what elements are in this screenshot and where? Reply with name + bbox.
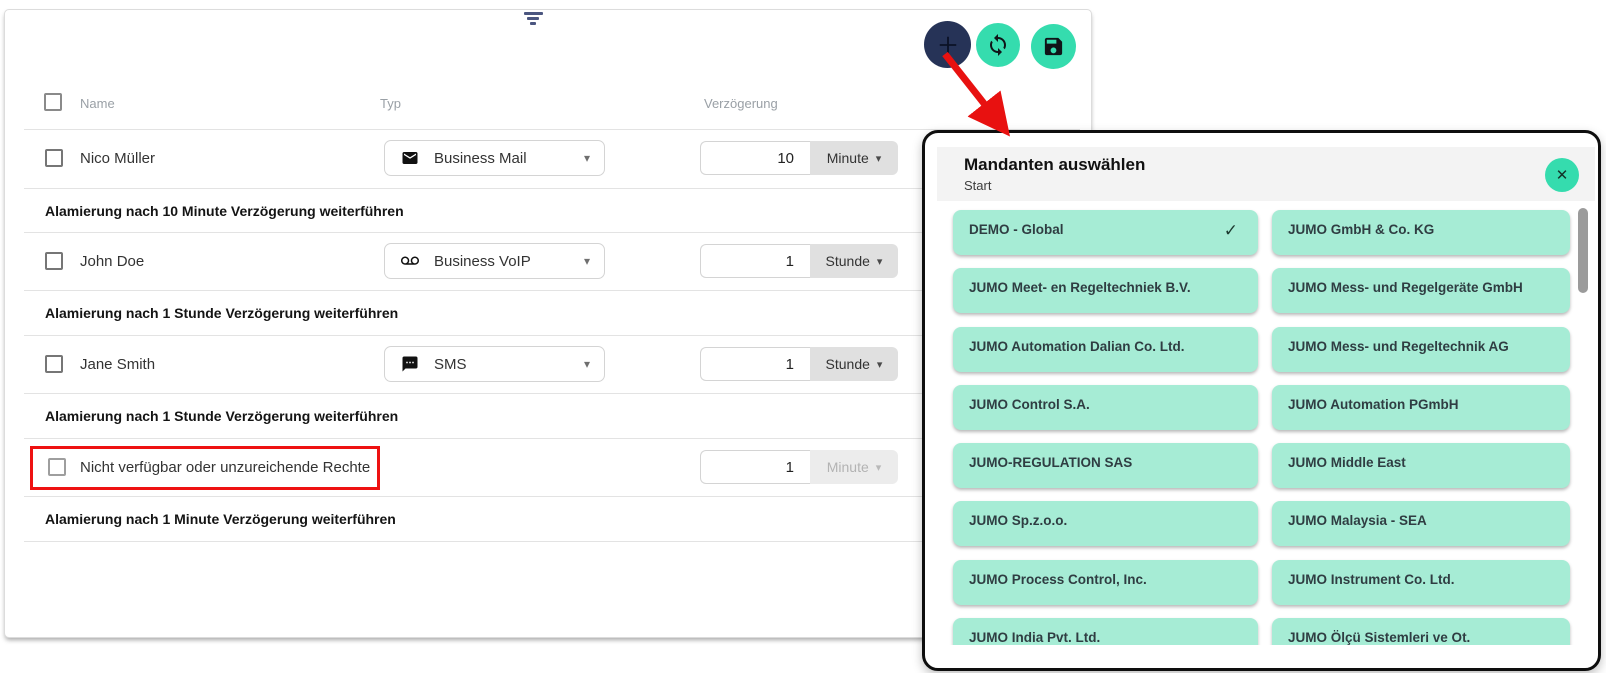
chevron-down-icon: ▾ <box>877 255 883 268</box>
contact-name: John Doe <box>80 253 144 270</box>
type-select-value: Business Mail <box>434 150 527 167</box>
tenant-button[interactable]: JUMO Middle East <box>1272 443 1570 488</box>
tenant-button[interactable]: JUMO Instrument Co. Ltd. <box>1272 560 1570 605</box>
tenant-button[interactable]: JUMO Malaysia - SEA <box>1272 501 1570 546</box>
mail-icon <box>401 149 419 167</box>
tenant-button[interactable]: JUMO Automation Dalian Co. Ltd. <box>953 327 1258 372</box>
column-header-delay: Verzögerung <box>704 96 778 111</box>
delay-unit-value: Stunde <box>826 356 870 372</box>
row-checkbox[interactable] <box>45 149 63 167</box>
delay-unit-select[interactable]: Stunde ▾ <box>810 347 898 381</box>
delay-unit-select[interactable]: Stunde ▾ <box>810 244 898 278</box>
column-header-name: Name <box>80 96 115 111</box>
chevron-down-icon: ▾ <box>877 358 883 371</box>
tenant-dialog: Mandanten auswählen Start ✕ DEMO - Globa… <box>922 130 1601 671</box>
filter-icon[interactable] <box>523 12 543 26</box>
delay-value-input[interactable]: 1 <box>700 347 810 381</box>
delay-unit-value: Minute <box>827 150 869 166</box>
tenant-button[interactable]: DEMO - Global ✓ <box>953 210 1258 255</box>
tenant-button[interactable]: JUMO Meet- en Regeltechniek B.V. <box>953 268 1258 313</box>
select-all-checkbox[interactable] <box>44 93 62 111</box>
tenant-button[interactable]: JUMO Control S.A. <box>953 385 1258 430</box>
voicemail-icon <box>401 252 419 270</box>
chevron-down-icon: ▾ <box>584 254 590 268</box>
tenant-button[interactable]: JUMO India Pvt. Ltd. <box>953 618 1258 645</box>
type-select-value: SMS <box>434 356 467 373</box>
tenant-button[interactable]: JUMO Mess- und Regelgeräte GmbH <box>1272 268 1570 313</box>
type-select[interactable]: Business Mail ▾ <box>384 140 605 176</box>
fallback-row-label: Nicht verfügbar oder unzureichende Recht… <box>80 459 370 476</box>
type-select[interactable]: SMS ▾ <box>384 346 605 382</box>
row-checkbox[interactable] <box>45 355 63 373</box>
tenant-button[interactable]: JUMO Process Control, Inc. <box>953 560 1258 605</box>
close-icon: ✕ <box>1556 166 1569 184</box>
escalation-note: Alamierung nach 1 Stunde Verzögerung wei… <box>45 408 398 424</box>
contact-name: Jane Smith <box>80 356 155 373</box>
delay-unit-value: Minute <box>827 459 869 475</box>
delay-unit-select[interactable]: Minute ▾ <box>810 141 898 175</box>
tenant-button[interactable]: JUMO Ölçü Sistemleri ve Ot. <box>1272 618 1570 645</box>
chevron-down-icon: ▾ <box>584 357 590 371</box>
delay-value-input[interactable]: 1 <box>700 244 810 278</box>
close-button[interactable]: ✕ <box>1545 158 1579 192</box>
escalation-note: Alamierung nach 1 Stunde Verzögerung wei… <box>45 305 398 321</box>
chevron-down-icon: ▾ <box>876 152 882 165</box>
delay-value-input[interactable]: 1 <box>700 450 810 484</box>
tenant-button[interactable]: JUMO Automation PGmbH <box>1272 385 1570 430</box>
column-header-type: Typ <box>380 96 401 111</box>
check-icon: ✓ <box>1224 222 1238 239</box>
type-select[interactable]: Business VoIP ▾ <box>384 243 605 279</box>
dialog-title: Mandanten auswählen <box>964 155 1145 175</box>
tenant-button[interactable]: JUMO Mess- und Regeltechnik AG <box>1272 327 1570 372</box>
tenant-button[interactable]: JUMO GmbH & Co. KG <box>1272 210 1570 255</box>
escalation-note: Alamierung nach 1 Minute Verzögerung wei… <box>45 511 396 527</box>
row-checkbox[interactable] <box>45 252 63 270</box>
tenant-button[interactable]: JUMO Sp.z.o.o. <box>953 501 1258 546</box>
scrollbar-thumb[interactable] <box>1578 208 1588 293</box>
divider <box>24 129 1080 130</box>
escalation-note: Alamierung nach 10 Minute Verzögerung we… <box>45 203 404 219</box>
type-select-value: Business VoIP <box>434 253 531 270</box>
delay-unit-select: Minute ▾ <box>810 450 898 484</box>
dialog-subtitle: Start <box>964 178 991 193</box>
chevron-down-icon: ▾ <box>876 461 882 474</box>
contact-name: Nico Müller <box>80 150 155 167</box>
dialog-header: Mandanten auswählen Start <box>937 147 1595 201</box>
sms-icon <box>401 355 419 373</box>
save-button[interactable] <box>1031 24 1076 69</box>
chevron-down-icon: ▾ <box>584 151 590 165</box>
row-checkbox[interactable] <box>48 458 66 476</box>
delay-value-input[interactable]: 10 <box>700 141 810 175</box>
save-icon <box>1042 35 1065 58</box>
tenant-button[interactable]: JUMO-REGULATION SAS <box>953 443 1258 488</box>
screen: Name Typ Verzögerung Nico Müller Busines… <box>0 0 1606 673</box>
annotation-arrow <box>933 46 1019 138</box>
delay-unit-value: Stunde <box>826 253 870 269</box>
tenant-list: DEMO - Global ✓ JUMO GmbH & Co. KG JUMO … <box>925 205 1593 645</box>
